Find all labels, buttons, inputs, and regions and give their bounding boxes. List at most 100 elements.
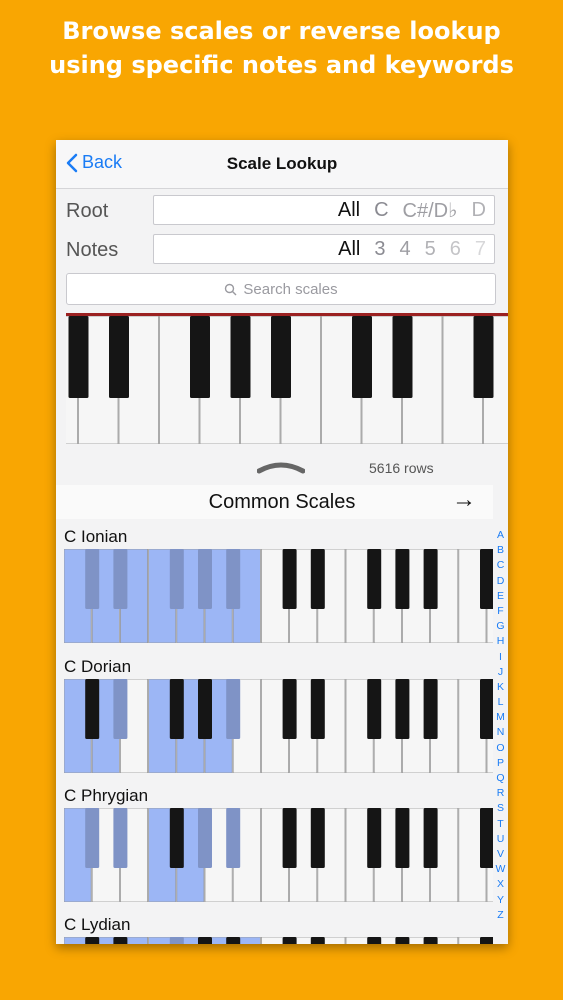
section-header[interactable]: Common Scales → <box>56 485 493 519</box>
notes-option[interactable]: 6 <box>450 238 461 261</box>
black-key[interactable] <box>423 549 438 609</box>
notes-option[interactable]: 4 <box>400 238 411 261</box>
black-key[interactable] <box>367 679 382 739</box>
black-key[interactable] <box>310 937 325 944</box>
root-option[interactable]: C <box>374 199 388 222</box>
black-key[interactable] <box>395 679 410 739</box>
index-letter[interactable]: L <box>493 695 508 710</box>
black-key[interactable] <box>282 937 297 944</box>
index-letter[interactable]: K <box>493 680 508 695</box>
index-letter[interactable]: F <box>493 604 508 619</box>
black-key[interactable] <box>113 937 128 944</box>
black-key[interactable] <box>190 316 210 398</box>
scale-keyboard[interactable] <box>64 679 493 773</box>
index-letter[interactable]: X <box>493 877 508 892</box>
black-key[interactable] <box>85 549 100 609</box>
piano-keyboard[interactable] <box>66 313 508 447</box>
scale-keyboard[interactable] <box>64 937 493 944</box>
black-key[interactable] <box>367 808 382 868</box>
index-letter[interactable]: O <box>493 741 508 756</box>
index-letter[interactable]: P <box>493 756 508 771</box>
black-key[interactable] <box>480 549 493 609</box>
black-key[interactable] <box>395 549 410 609</box>
black-key[interactable] <box>480 937 493 944</box>
black-key[interactable] <box>198 679 212 739</box>
index-letter[interactable]: Y <box>493 893 508 908</box>
black-key[interactable] <box>169 937 184 944</box>
index-letter[interactable]: B <box>493 543 508 558</box>
black-key[interactable] <box>480 679 493 739</box>
notes-selector[interactable]: All 3 4 5 6 7 <box>153 234 495 264</box>
index-letter[interactable]: T <box>493 817 508 832</box>
index-letter[interactable]: C <box>493 558 508 573</box>
black-key[interactable] <box>169 679 184 739</box>
index-letter[interactable]: R <box>493 786 508 801</box>
index-letter[interactable]: I <box>493 650 508 665</box>
black-key[interactable] <box>423 937 438 944</box>
index-letter[interactable]: Z <box>493 908 508 923</box>
index-letter[interactable]: W <box>493 862 508 877</box>
root-selector[interactable]: All C C#/D♭ D <box>153 195 495 225</box>
black-key[interactable] <box>423 679 438 739</box>
black-key[interactable] <box>109 316 129 398</box>
root-option[interactable]: D <box>472 199 486 222</box>
index-letter[interactable]: H <box>493 634 508 649</box>
black-key[interactable] <box>352 316 372 398</box>
black-key[interactable] <box>480 808 493 868</box>
black-key[interactable] <box>226 808 241 868</box>
black-key[interactable] <box>226 549 241 609</box>
black-key[interactable] <box>367 549 382 609</box>
black-key[interactable] <box>113 679 128 739</box>
black-key[interactable] <box>423 808 438 868</box>
black-key[interactable] <box>282 808 297 868</box>
notes-option[interactable]: 7 <box>475 238 486 261</box>
index-letter[interactable]: M <box>493 710 508 725</box>
back-button[interactable]: Back <box>66 152 122 173</box>
black-key[interactable] <box>169 549 184 609</box>
root-option[interactable]: All <box>338 199 360 222</box>
black-key[interactable] <box>85 808 100 868</box>
black-key[interactable] <box>392 316 413 398</box>
index-letter[interactable]: D <box>493 574 508 589</box>
index-letter[interactable]: U <box>493 832 508 847</box>
index-letter[interactable]: J <box>493 665 508 680</box>
index-letter[interactable]: S <box>493 801 508 816</box>
black-key[interactable] <box>367 937 382 944</box>
black-key[interactable] <box>473 316 494 398</box>
black-key[interactable] <box>169 808 184 868</box>
index-letter[interactable]: Q <box>493 771 508 786</box>
black-key[interactable] <box>198 549 212 609</box>
black-key[interactable] <box>395 937 410 944</box>
black-key[interactable] <box>230 316 251 398</box>
black-key[interactable] <box>310 808 325 868</box>
black-key[interactable] <box>113 808 128 868</box>
black-key[interactable] <box>226 679 241 739</box>
black-key[interactable] <box>198 937 212 944</box>
black-key[interactable] <box>85 679 100 739</box>
root-option[interactable]: C#/D♭ <box>403 198 458 223</box>
black-key[interactable] <box>310 549 325 609</box>
notes-option[interactable]: 3 <box>374 238 385 261</box>
notes-option[interactable]: All <box>338 238 360 261</box>
section-arrow-icon[interactable]: → <box>452 486 476 514</box>
collapse-handle-icon[interactable] <box>257 458 305 474</box>
black-key[interactable] <box>198 808 212 868</box>
black-key[interactable] <box>395 808 410 868</box>
black-key[interactable] <box>282 549 297 609</box>
index-letter[interactable]: A <box>493 528 508 543</box>
alphabet-index[interactable]: ABCDEFGHIJKLMNOPQRSTUVWXYZ <box>493 528 508 923</box>
scale-keyboard[interactable] <box>64 808 493 902</box>
index-letter[interactable]: E <box>493 589 508 604</box>
black-key[interactable] <box>310 679 325 739</box>
black-key[interactable] <box>226 937 241 944</box>
scale-keyboard[interactable] <box>64 549 493 643</box>
black-key[interactable] <box>282 679 297 739</box>
black-key[interactable] <box>85 937 100 944</box>
black-key[interactable] <box>113 549 128 609</box>
black-key[interactable] <box>68 316 89 398</box>
black-key[interactable] <box>271 316 291 398</box>
notes-option[interactable]: 5 <box>425 238 436 261</box>
index-letter[interactable]: G <box>493 619 508 634</box>
search-field[interactable]: Search scales <box>66 273 496 305</box>
index-letter[interactable]: V <box>493 847 508 862</box>
